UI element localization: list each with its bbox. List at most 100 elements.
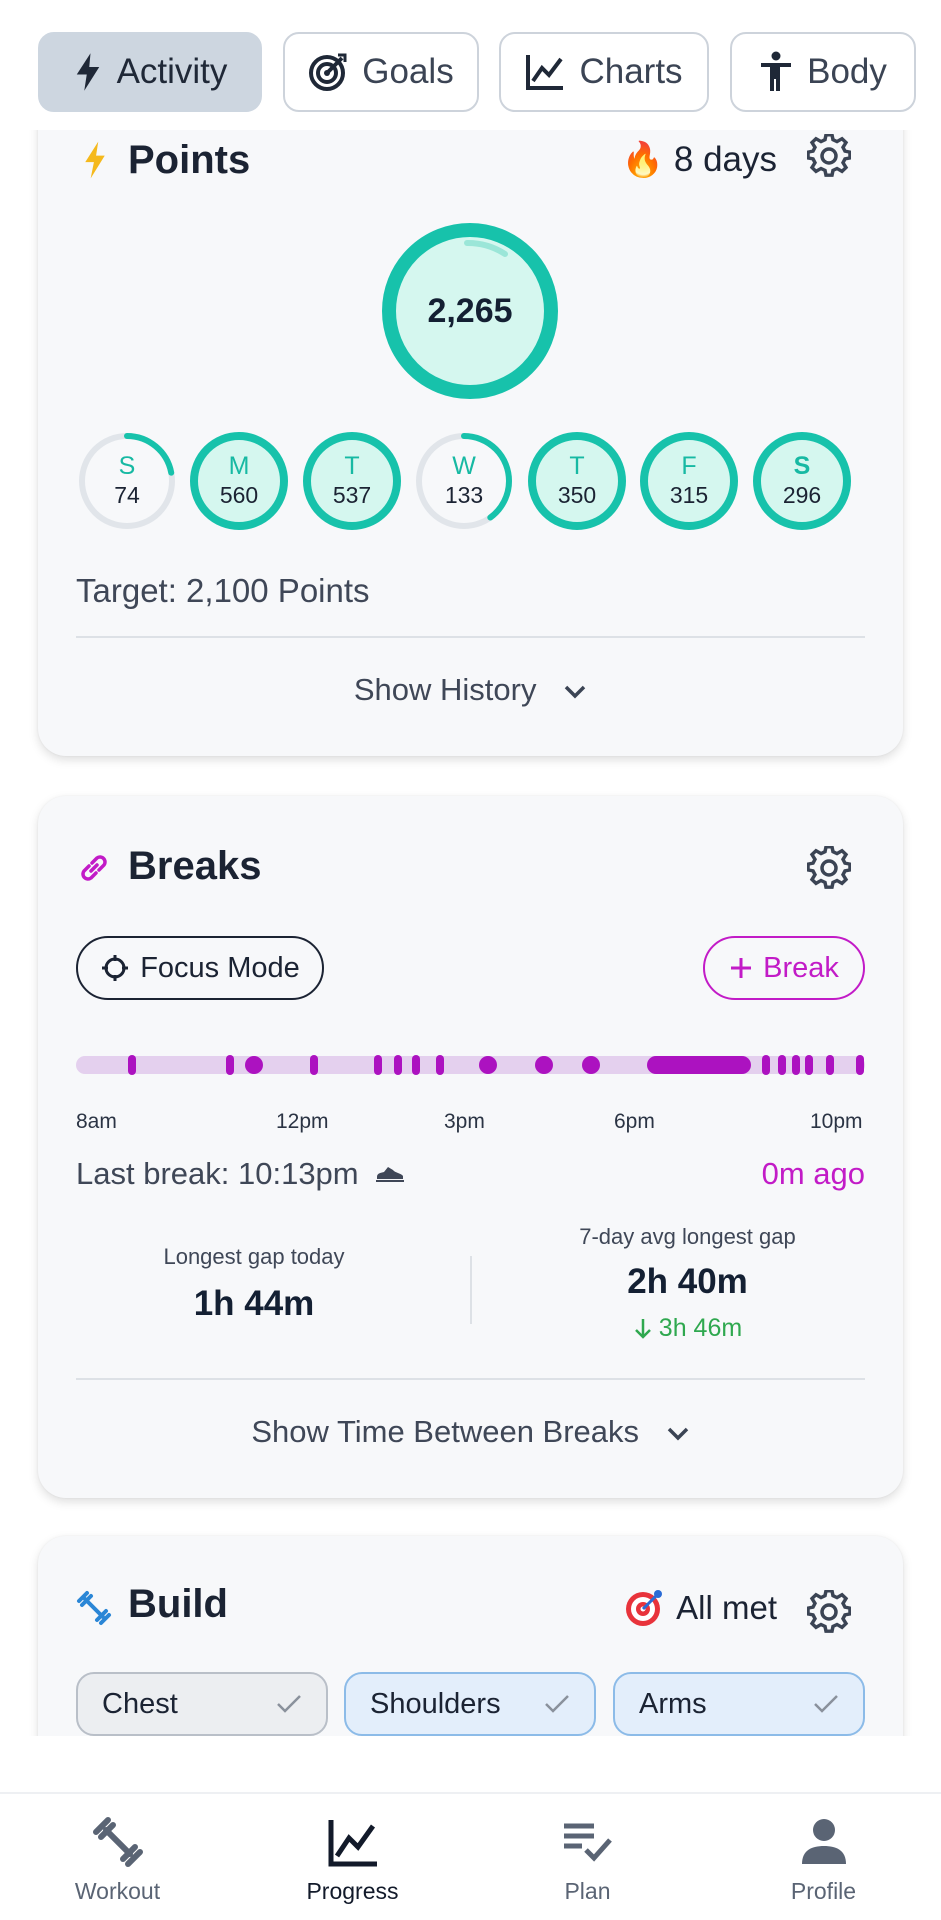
breaks-settings-gear-icon[interactable] (807, 846, 851, 890)
points-card-body: Points 🔥 8 days 2,265 S 74 M 560 T 537 W 133 T 35… (38, 134, 903, 756)
day-progress-ring (190, 432, 288, 530)
divider (76, 1378, 865, 1380)
shoe-icon (375, 1167, 404, 1182)
plus-icon (731, 958, 752, 978)
day-ring[interactable]: F 315 (638, 430, 740, 532)
breaks-title: Breaks (128, 844, 262, 888)
show-history-label: Show History (353, 672, 537, 707)
add-break-label: Break (763, 951, 839, 984)
day-letter: T (569, 452, 585, 480)
last-break: Last break: 10:13pm (76, 1156, 405, 1192)
day-ring[interactable]: S 74 (76, 430, 178, 532)
points-card: Points 🔥 8 days 2,265 S 74 M 560 T 537 W 133 T 35… (38, 130, 903, 756)
day-points: 560 (219, 482, 259, 508)
day-ring[interactable]: S 296 (751, 430, 853, 532)
points-title: Points (128, 138, 251, 182)
last-break-ago: 0m ago (761, 1156, 865, 1191)
day-letter: S (118, 452, 136, 480)
checklist-icon (564, 1823, 612, 1862)
line-chart-icon (526, 55, 564, 90)
day-letter: M (228, 452, 250, 480)
chip-label: Chest (102, 1687, 178, 1720)
tab-label: Charts (579, 52, 683, 91)
tab-label: Goals (362, 52, 454, 91)
build-status: All met (624, 1588, 777, 1628)
arrow-down-icon (634, 1319, 651, 1339)
build-status-text: All met (676, 1589, 777, 1626)
crosshair-icon (102, 955, 129, 981)
tab-body[interactable]: Body (730, 32, 916, 112)
nav-label: Profile (790, 1878, 857, 1904)
check-icon (277, 1695, 301, 1713)
nav-label: Workout (74, 1878, 161, 1904)
streak-indicator: 🔥 8 days (622, 136, 777, 184)
person-icon (761, 51, 792, 91)
day-ring[interactable]: M 560 (188, 430, 290, 532)
dumbbell-icon (77, 1591, 111, 1625)
focus-mode-button[interactable]: Focus Mode (76, 936, 324, 1000)
streak-text: 8 days (673, 140, 777, 179)
add-break-button[interactable]: Break (703, 936, 865, 1000)
muscle-chip-chest[interactable]: Chest (76, 1672, 328, 1736)
chip-label: Arms (639, 1687, 707, 1720)
timeline-label: 3pm (444, 1110, 485, 1133)
divider (76, 636, 865, 638)
day-ring[interactable]: T 350 (526, 430, 628, 532)
day-points: 74 (114, 482, 140, 508)
nav-label: Progress (306, 1878, 399, 1904)
focus-mode-label: Focus Mode (140, 951, 300, 984)
breaks-timeline (76, 1055, 865, 1075)
bottom-navigation: Workout Progress Plan Profile (0, 1792, 941, 1920)
dumbbell-icon (93, 1817, 143, 1867)
tab-label: Activity (116, 52, 228, 91)
total-points-value: 2,265 (427, 291, 513, 330)
points-settings-gear-icon[interactable] (807, 134, 851, 178)
longest-gap-today-label: Longest gap today (163, 1244, 345, 1269)
day-points: 350 (557, 482, 597, 508)
avg-longest-gap-value: 2h 40m (627, 1262, 748, 1301)
build-title: Build (128, 1582, 228, 1626)
timeline-label: 12pm (276, 1110, 329, 1133)
longest-gap-today-value: 1h 44m (193, 1284, 315, 1323)
day-letter: W (452, 452, 476, 480)
nav-label: Plan (564, 1878, 611, 1904)
day-progress-ring (640, 432, 738, 530)
nav-workout[interactable]: Workout (0, 1794, 235, 1920)
total-points-ring: 2,265 (379, 220, 561, 402)
check-icon (545, 1695, 569, 1713)
tab-activity[interactable]: Activity (38, 32, 262, 112)
muscle-chip-arms[interactable]: Arms (613, 1672, 865, 1736)
tab-charts[interactable]: Charts (499, 32, 709, 112)
nav-progress[interactable]: Progress (235, 1794, 470, 1920)
day-points: 133 (444, 482, 484, 508)
show-history-button[interactable]: Show History (38, 672, 903, 708)
show-time-between-breaks-button[interactable]: Show Time Between Breaks (38, 1414, 903, 1450)
bolt-icon (76, 53, 99, 91)
nav-profile[interactable]: Profile (706, 1794, 941, 1920)
day-points: 296 (782, 482, 822, 508)
day-ring[interactable]: T 537 (301, 430, 403, 532)
bolt-icon (85, 141, 105, 179)
avg-gap-delta-value: 3h 46m (658, 1314, 743, 1342)
app-screen: Activity Goals Charts Body Points 🔥 8 da… (0, 0, 941, 1920)
build-settings-gear-icon[interactable] (807, 1590, 851, 1634)
nav-plan[interactable]: Plan (470, 1794, 705, 1920)
bullseye-icon (626, 1590, 663, 1626)
flame-icon: 🔥 (621, 141, 664, 179)
chevron-down-icon (564, 685, 586, 699)
day-progress-ring (79, 433, 175, 529)
scroll-content[interactable]: Points 🔥 8 days 2,265 S 74 M 560 T 537 W 133 T 35… (0, 130, 941, 1736)
day-progress-ring (303, 432, 401, 530)
tab-goals[interactable]: Goals (283, 32, 479, 112)
timeline-label: 8am (76, 1110, 117, 1133)
chip-label: Shoulders (370, 1687, 501, 1720)
day-ring[interactable]: W 133 (413, 430, 515, 532)
day-letter: S (793, 452, 811, 480)
day-progress-ring (528, 432, 626, 530)
progress-chart-icon (328, 1820, 377, 1867)
link-icon (81, 855, 107, 881)
top-tab-bar: Activity Goals Charts Body (0, 0, 941, 130)
day-letter: T (344, 452, 360, 480)
muscle-chip-shoulders[interactable]: Shoulders (344, 1672, 596, 1736)
timeline-label: 6pm (614, 1110, 655, 1133)
